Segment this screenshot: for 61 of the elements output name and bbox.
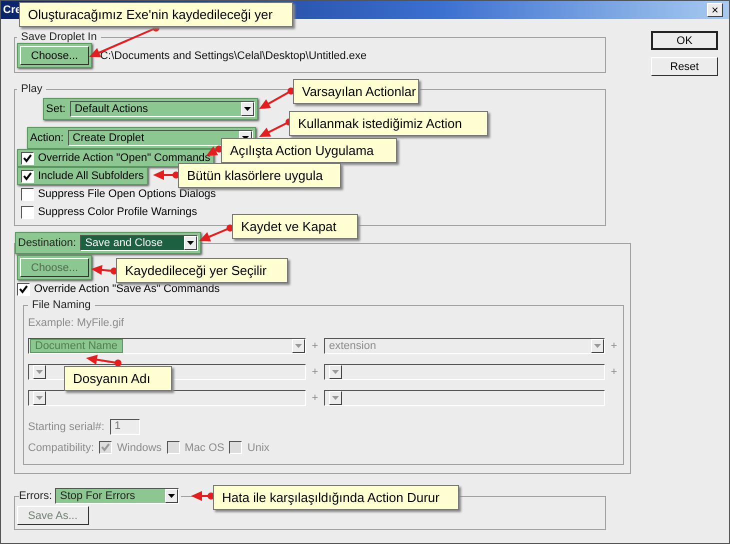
- caret-icon: [168, 494, 175, 498]
- callout-tooltip: Kaydedileceği yer Seçilir: [116, 258, 288, 283]
- checkbox-label: Unix: [247, 442, 270, 454]
- group-legend: File Naming: [28, 299, 95, 311]
- checkbox[interactable]: [21, 152, 34, 164]
- dialog-button[interactable]: OK: [651, 31, 718, 50]
- caret-icon: [332, 396, 339, 400]
- pointer-arrow: [199, 224, 234, 242]
- plus-sign: +: [610, 366, 618, 378]
- callout-tooltip: Dosyanın Adı: [64, 366, 172, 391]
- pointer-arrow: [259, 88, 294, 109]
- caret-icon: [594, 344, 601, 348]
- callout-tooltip: Kullanmak istediğimiz Action: [289, 111, 488, 136]
- callout-tooltip: Bütün klasörlere uygula: [178, 163, 341, 188]
- checkbox-label: Windows: [117, 442, 162, 454]
- plus-sign: +: [310, 340, 320, 352]
- compatibility-label: Compatibility:: [28, 442, 94, 454]
- destination-label: Destination:: [18, 237, 76, 249]
- serial-label: Starting serial#:: [28, 421, 104, 433]
- callout-tooltip: Hata ile karşılaşıldığında Action Durur: [213, 485, 459, 510]
- caret-icon: [36, 370, 43, 374]
- group-legend: Play: [17, 83, 46, 95]
- caret-icon: [36, 396, 43, 400]
- checkbox-label: Suppress Color Profile Warnings: [38, 206, 198, 218]
- close-button[interactable]: ×: [707, 3, 723, 17]
- destination-dropdown[interactable]: Save and Close: [80, 235, 198, 251]
- set-label: Set:: [46, 103, 66, 115]
- choose-button[interactable]: Choose...: [20, 46, 90, 65]
- callout-tooltip: Kaydet ve Kapat: [232, 214, 358, 239]
- checkbox[interactable]: [21, 188, 34, 200]
- plus-sign: +: [310, 392, 320, 404]
- action-label: Action:: [30, 132, 64, 144]
- checkbox-label: Mac OS: [184, 442, 224, 454]
- errors-dropdown[interactable]: Stop For Errors: [55, 488, 179, 504]
- pointer-arrow: [153, 170, 180, 180]
- example-text: Example: MyFile.gif: [28, 317, 125, 329]
- set-dropdown[interactable]: Default Actions: [70, 101, 255, 117]
- caret-icon: [332, 370, 339, 374]
- plus-sign: +: [610, 340, 618, 352]
- checkbox-label: Suppress File Open Options Dialogs: [38, 188, 216, 200]
- plus-sign: +: [310, 366, 320, 378]
- caret-icon: [295, 344, 302, 348]
- pointer-arrow: [191, 491, 214, 501]
- callout-tooltip: Varsayılan Actionlar: [293, 79, 419, 104]
- droplet-path: C:\Documents and Settings\Celal\Desktop\Untitled.exe: [100, 50, 367, 62]
- pointer-arrow: [86, 354, 122, 366]
- errors-label: Errors:: [19, 490, 52, 502]
- action-dropdown[interactable]: Create Droplet: [68, 130, 253, 146]
- caret-icon: [187, 241, 194, 245]
- callout-tooltip: Oluşturacağımız Exe'nin kaydedileceği yer: [19, 2, 293, 27]
- pointer-arrow: [91, 264, 118, 275]
- checkbox[interactable]: [21, 206, 34, 218]
- group-legend: Save Droplet In: [17, 31, 101, 43]
- dialog-button[interactable]: Reset: [651, 57, 718, 76]
- checkbox-label: Override Action "Open" Commands: [38, 152, 210, 164]
- checkbox[interactable]: [21, 170, 34, 182]
- checkbox[interactable]: [17, 282, 30, 296]
- caret-icon: [244, 107, 251, 111]
- checkbox-label: Override Action "Save As" Commands: [34, 283, 220, 295]
- checkbox-label: Include All Subfolders: [38, 170, 144, 182]
- callout-tooltip: Açılışta Action Uygulama: [221, 138, 397, 163]
